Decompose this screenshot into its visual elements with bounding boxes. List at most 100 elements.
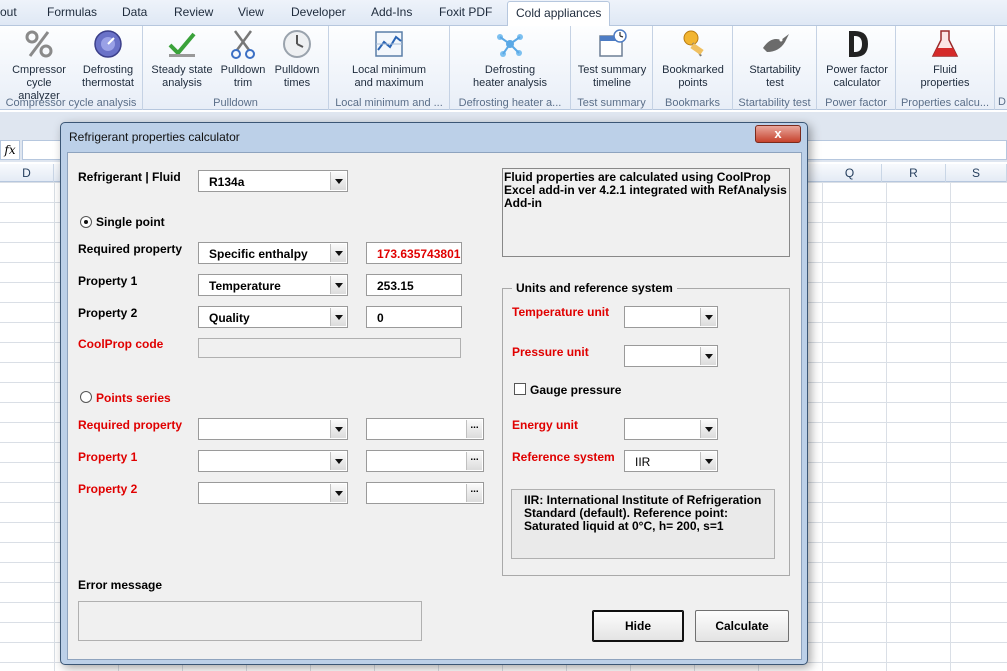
steady-state-analysis-button[interactable]: Steady state analysis — [147, 28, 217, 90]
tab-cold-appliances[interactable]: Cold appliances — [507, 1, 611, 27]
refrigerant-properties-dialog: Refrigerant properties calculator x Refr… — [60, 122, 808, 665]
dialog-body: Refrigerant | Fluid R134a Single point R… — [67, 152, 802, 660]
energy-unit-label: Energy unit — [512, 418, 579, 432]
column-header-r[interactable]: R — [882, 164, 946, 182]
pulldown-times-button[interactable]: Pulldown times — [269, 28, 325, 90]
ribbon-group-power-factor: Power factor calculator Power factor — [817, 26, 896, 110]
clock-icon — [283, 30, 311, 58]
gauge-pressure-label: Gauge pressure — [530, 383, 622, 397]
range-picker-icon[interactable]: ... — [466, 420, 482, 438]
ribbon: Cmpressor cycle analyzer Defrosting ther… — [0, 26, 1007, 110]
chevron-down-icon[interactable] — [330, 420, 346, 438]
reference-system-select[interactable]: IIR — [624, 450, 718, 472]
ribbon-group-label: Pulldown — [213, 97, 258, 109]
chevron-down-icon[interactable] — [700, 420, 716, 438]
chevron-down-icon[interactable] — [330, 484, 346, 502]
info-text: Fluid properties are calculated using Co… — [504, 170, 787, 210]
gauge-pressure-checkbox[interactable] — [514, 383, 526, 395]
ribbon-group-label: Test summary — [577, 97, 646, 109]
test-summary-timeline-button[interactable]: Test summary timeline — [575, 28, 649, 90]
chevron-down-icon[interactable] — [330, 276, 346, 294]
units-frame-title: Units and reference system — [512, 281, 677, 295]
points-series-radio[interactable] — [80, 391, 92, 403]
chevron-down-icon[interactable] — [330, 452, 346, 470]
chevron-down-icon[interactable] — [700, 452, 716, 470]
hide-button[interactable]: Hide — [592, 610, 684, 642]
calculate-button[interactable]: Calculate — [695, 610, 789, 642]
series-property1-select[interactable] — [198, 450, 348, 472]
ribbon-group-test-summary: Test summary timeline Test summary — [571, 26, 653, 110]
chevron-down-icon[interactable] — [330, 308, 346, 326]
startability-test-button[interactable]: Startability test — [739, 28, 811, 90]
tab-add-ins[interactable]: Add-Ins — [371, 5, 412, 19]
chevron-down-icon[interactable] — [330, 172, 346, 190]
property2-select[interactable]: Quality — [198, 306, 348, 328]
tab-layout[interactable]: out — [0, 5, 17, 19]
temperature-unit-select[interactable] — [624, 306, 718, 328]
property2-input[interactable]: 0 — [366, 306, 462, 328]
thermostat-icon — [94, 30, 122, 58]
ribbon-group-compressor: Cmpressor cycle analyzer Defrosting ther… — [0, 26, 143, 110]
ribbon-group-local-minimum: Local minimum and maximum Local minimum … — [329, 26, 450, 110]
points-series-label: Points series — [96, 391, 171, 405]
local-minimum-maximum-button[interactable]: Local minimum and maximum — [341, 28, 437, 90]
range-picker-icon[interactable]: ... — [466, 452, 482, 470]
pressure-unit-label: Pressure unit — [512, 345, 589, 359]
series-property2-label: Property 2 — [78, 482, 138, 496]
column-header-s[interactable]: S — [946, 164, 1007, 182]
fluid-properties-button[interactable]: Fluid properties — [910, 28, 980, 90]
energy-unit-select[interactable] — [624, 418, 718, 440]
info-box: Fluid properties are calculated using Co… — [502, 168, 790, 257]
temperature-unit-label: Temperature unit — [512, 305, 610, 319]
series-required-property-select[interactable] — [198, 418, 348, 440]
tab-review[interactable]: Review — [174, 5, 213, 19]
ribbon-group-bookmarks: Bookmarked points Bookmarks — [653, 26, 733, 110]
series-required-property-label: Required property — [78, 418, 183, 432]
series-property1-label: Property 1 — [78, 450, 138, 464]
bookmarked-points-button[interactable]: Bookmarked points — [657, 28, 729, 90]
bird-icon — [763, 34, 789, 52]
fx-icon[interactable]: fx — [0, 140, 20, 160]
series-property1-range[interactable]: ... — [366, 450, 484, 472]
tab-data[interactable]: Data — [122, 5, 147, 19]
range-picker-icon[interactable]: ... — [466, 484, 482, 502]
defrosting-heater-analysis-button[interactable]: Defrosting heater analysis — [458, 28, 562, 90]
chevron-down-icon[interactable] — [700, 347, 716, 365]
refrigerant-label: Refrigerant | Fluid — [78, 170, 181, 184]
close-button[interactable]: x — [755, 125, 801, 143]
column-header-q[interactable]: Q — [818, 164, 882, 182]
property1-input[interactable]: 253.15 — [366, 274, 462, 296]
ribbon-group-label: Startability test — [738, 97, 811, 109]
pressure-unit-select[interactable] — [624, 345, 718, 367]
column-header-d[interactable]: D — [0, 164, 54, 182]
required-property-select[interactable]: Specific enthalpy — [198, 242, 348, 264]
chevron-down-icon[interactable] — [700, 308, 716, 326]
refrigerant-select[interactable]: R134a — [198, 170, 348, 192]
series-property2-select[interactable] — [198, 482, 348, 504]
ribbon-group-label: Power factor — [825, 97, 887, 109]
property1-select[interactable]: Temperature — [198, 274, 348, 296]
tab-foxit-pdf[interactable]: Foxit PDF — [439, 5, 492, 19]
reference-info-text: IIR: International Institute of Refriger… — [524, 493, 762, 533]
pulldown-trim-button[interactable]: Pulldown trim — [215, 28, 271, 90]
calendar-icon — [599, 29, 627, 57]
tab-view[interactable]: View — [238, 5, 264, 19]
chart-icon — [375, 31, 403, 57]
tab-developer[interactable]: Developer — [291, 5, 346, 19]
defrosting-thermostat-button[interactable]: Defrosting thermostat — [76, 28, 140, 90]
checkmark-icon — [168, 32, 196, 57]
series-property2-range[interactable]: ... — [366, 482, 484, 504]
tab-formulas[interactable]: Formulas — [47, 5, 97, 19]
series-required-property-range[interactable]: ... — [366, 418, 484, 440]
error-message-box — [78, 601, 422, 641]
chevron-down-icon[interactable] — [330, 244, 346, 262]
coolprop-code-field[interactable] — [198, 338, 461, 358]
single-point-radio[interactable] — [80, 216, 92, 228]
power-factor-calculator-button[interactable]: Power factor calculator — [819, 28, 895, 90]
ribbon-group-pulldown: Steady state analysis Pulldown trim Pull… — [143, 26, 329, 110]
required-property-result[interactable]: 173.635743801 — [366, 242, 462, 264]
ribbon-group-label: Defrosting heater a... — [458, 97, 562, 109]
compressor-cycle-analyzer-button[interactable]: Cmpressor cycle analyzer — [6, 28, 72, 103]
reference-info-box: IIR: International Institute of Refriger… — [511, 489, 775, 559]
percent-icon — [25, 30, 53, 58]
